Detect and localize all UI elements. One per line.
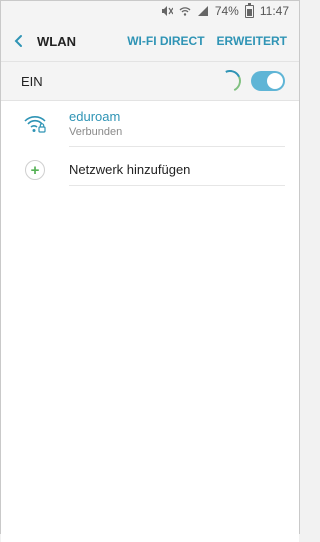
status-bar: 74% 11:47 <box>1 1 299 21</box>
network-list: eduroam Verbunden + Netzwerk hinzufügen <box>1 101 299 193</box>
add-network-row[interactable]: + Netzwerk hinzufügen <box>1 147 299 193</box>
add-network-texts: Netzwerk hinzufügen <box>69 154 285 186</box>
add-network-label: Netzwerk hinzufügen <box>69 162 191 177</box>
network-name: eduroam <box>69 109 121 124</box>
app-bar: WLAN WI-FI DIRECT ERWEITERT <box>1 21 299 61</box>
scanning-spinner-icon <box>215 66 245 96</box>
screen: 74% 11:47 WLAN WI-FI DIRECT ERWEITERT EI… <box>0 0 300 542</box>
wifi-locked-icon <box>1 114 69 134</box>
mute-icon <box>161 5 173 17</box>
battery-percent: 74% <box>214 4 239 18</box>
battery-icon <box>244 2 254 18</box>
master-controls <box>215 66 285 96</box>
wlan-master-switch-row[interactable]: EIN <box>1 61 299 101</box>
chevron-left-icon <box>14 35 22 47</box>
master-switch-label: EIN <box>21 73 43 89</box>
network-status: Verbunden <box>69 126 123 138</box>
empty-area <box>1 193 299 542</box>
wlan-toggle[interactable] <box>251 71 285 91</box>
signal-icon <box>197 5 209 17</box>
advanced-button[interactable]: ERWEITERT <box>217 34 287 48</box>
network-row-eduroam[interactable]: eduroam Verbunden <box>1 101 299 147</box>
wifi-direct-button[interactable]: WI-FI DIRECT <box>127 34 204 48</box>
page-title: WLAN <box>37 33 76 49</box>
back-button[interactable] <box>1 34 37 48</box>
network-texts: eduroam Verbunden <box>69 101 285 147</box>
clock: 11:47 <box>259 4 289 18</box>
plus-icon: + <box>25 160 45 180</box>
wifi-status-icon <box>179 5 191 17</box>
add-network-icon-wrap: + <box>1 160 69 180</box>
toggle-knob <box>267 73 283 89</box>
